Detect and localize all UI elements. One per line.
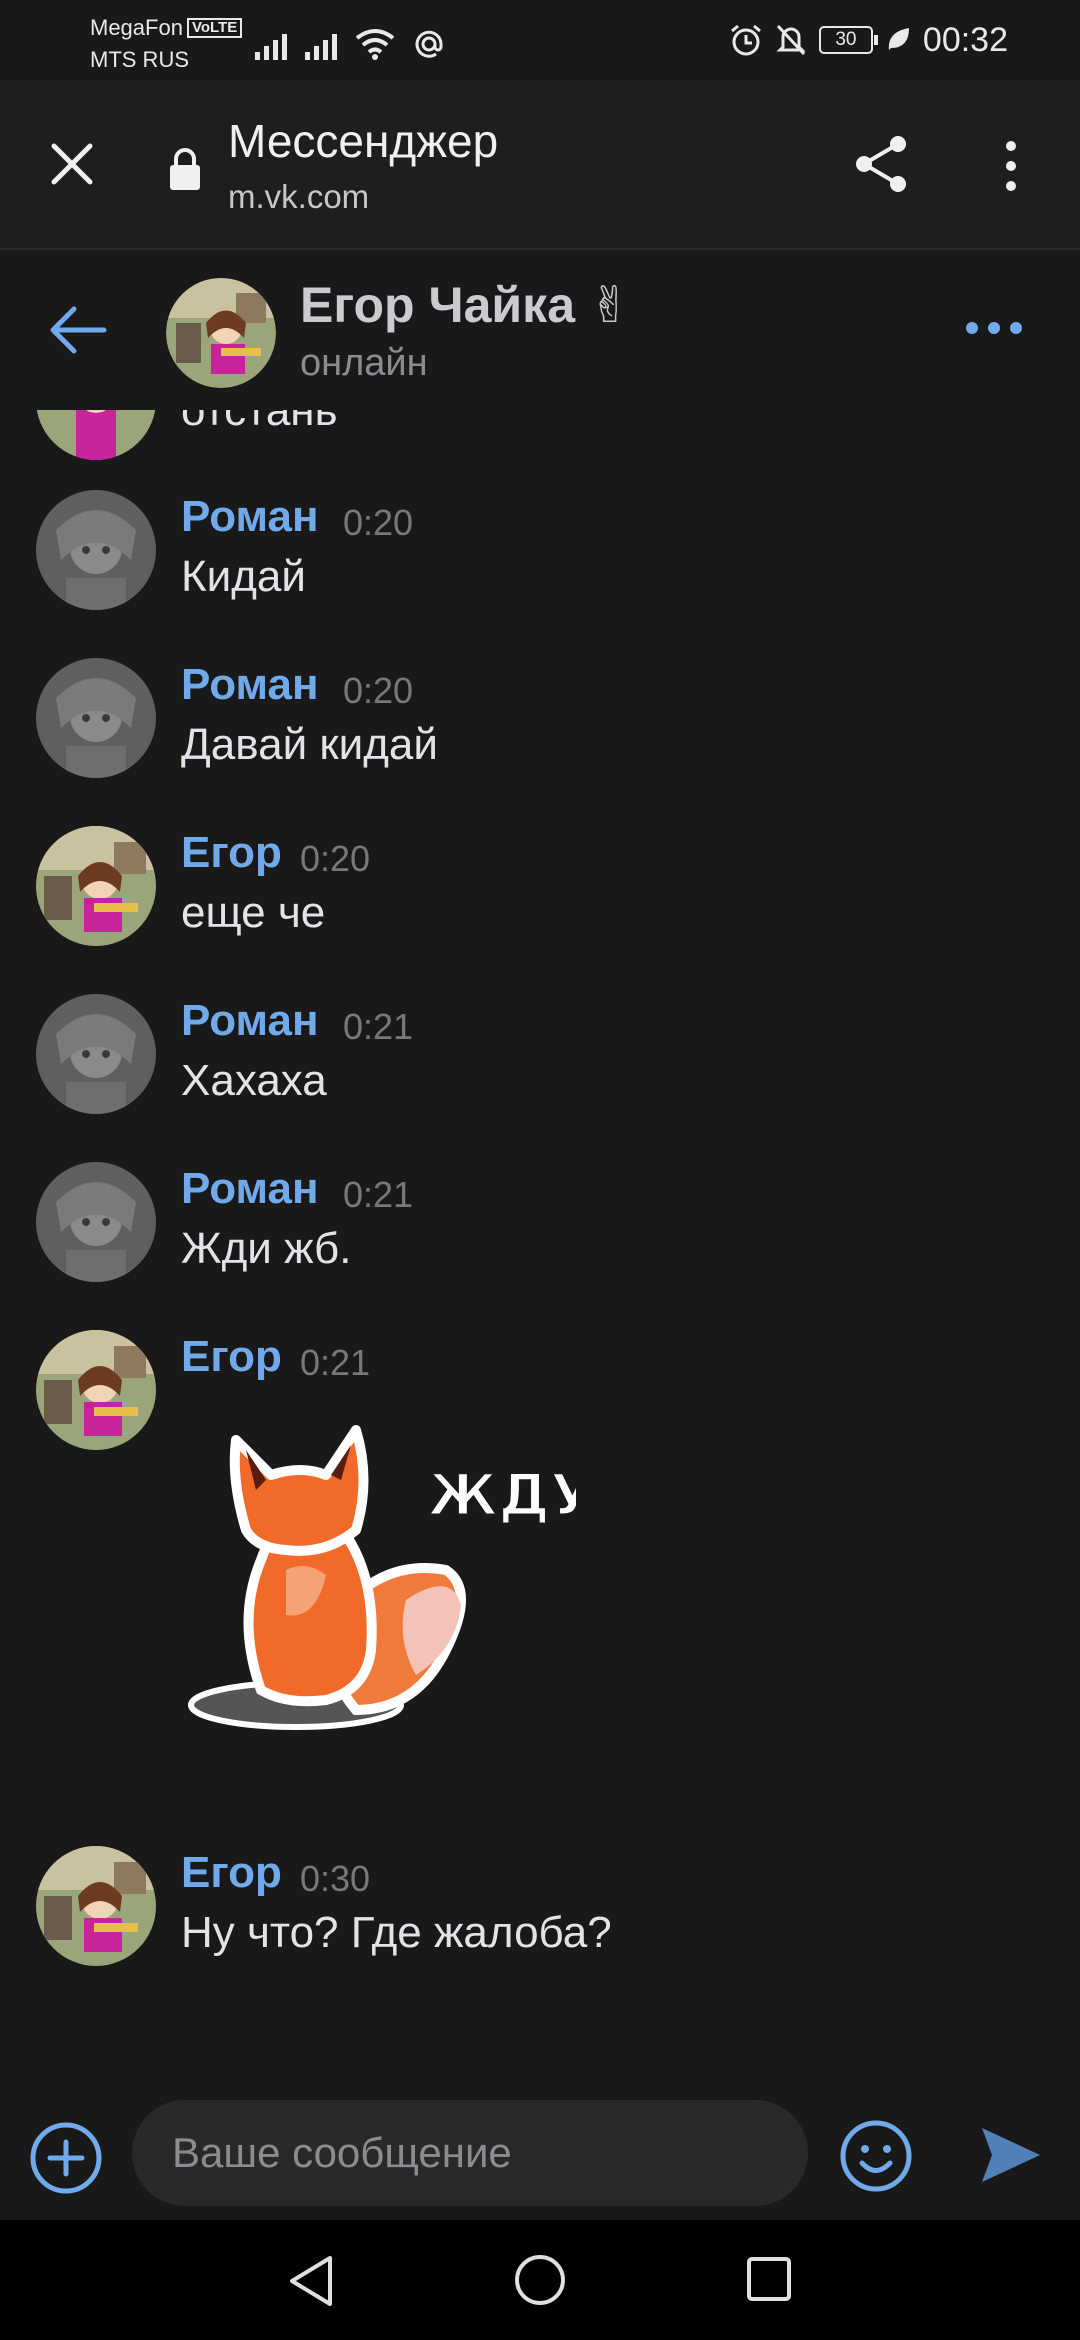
message-text: Давай кидай [181, 720, 438, 769]
back-arrow-icon[interactable] [48, 304, 108, 356]
message-text: Жди жб. [181, 1224, 352, 1273]
fox-sticker[interactable]: ЖДУ [176, 1420, 576, 1760]
message-time: 0:21 [343, 1006, 414, 1047]
more-vert-icon[interactable] [996, 138, 1026, 194]
avatar-roman[interactable] [36, 490, 156, 610]
system-nav-bar [0, 2220, 1080, 2340]
message-text: отстань [181, 410, 338, 435]
leaf-icon [888, 28, 909, 50]
message-composer [0, 2100, 1080, 2220]
avatar-egor[interactable] [36, 1846, 156, 1966]
nav-home-icon[interactable] [514, 2254, 566, 2306]
message-author[interactable]: Роман [181, 1164, 319, 1214]
alarm-icon [730, 24, 761, 56]
carrier-2: MTS RUS [90, 47, 189, 72]
message-time: 0:21 [300, 1342, 371, 1383]
message-text: Хахаха [181, 1056, 327, 1105]
volte-badge: VoLTE [186, 18, 243, 38]
message-input[interactable] [132, 2100, 808, 2206]
lock-icon [170, 148, 200, 190]
page-title: Мессенджер [228, 115, 499, 167]
battery-icon: 30 [818, 26, 878, 54]
mute-bell-icon [776, 24, 806, 56]
message-time: 0:20 [343, 502, 414, 543]
close-icon[interactable] [44, 136, 100, 192]
page-url[interactable]: m.vk.com [228, 178, 369, 216]
share-icon[interactable] [850, 132, 914, 196]
sticker-text: ЖДУ [427, 1461, 576, 1529]
message-author[interactable]: Егор [181, 1332, 282, 1382]
nav-back-icon[interactable] [286, 2254, 336, 2308]
carrier-info: MegaFon VoLTE MTS RUS [90, 12, 243, 76]
status-bar: MegaFon VoLTE MTS RUS 30 00:32 [0, 0, 1080, 80]
chat-status: онлайн [300, 342, 428, 384]
message-author[interactable]: Егор [181, 1848, 282, 1898]
message-text: еще че [181, 888, 326, 937]
nav-recents-icon[interactable] [746, 2256, 792, 2302]
avatar-egor[interactable] [36, 826, 156, 946]
chat-header: Егор Чайка ✌ онлайн [0, 250, 1080, 410]
add-attachment-icon[interactable] [28, 2120, 104, 2196]
message-author[interactable]: Роман [181, 996, 319, 1046]
avatar-roman[interactable] [36, 1162, 156, 1282]
avatar-egor[interactable] [36, 1330, 156, 1450]
clock: 00:32 [922, 20, 1008, 59]
avatar-roman[interactable] [36, 658, 156, 778]
at-icon [415, 30, 443, 58]
browser-toolbar: Мессенджер m.vk.com [0, 80, 1080, 250]
chat-name: Егор Чайка ✌ [300, 277, 631, 333]
carrier-1: MegaFon [90, 15, 183, 40]
message-author[interactable]: Роман [181, 660, 319, 710]
message-text: Ну что? Где жалоба? [181, 1908, 612, 1957]
message-time: 0:30 [300, 1858, 371, 1899]
message-time: 0:20 [343, 670, 414, 711]
signal-icon-2 [305, 28, 337, 60]
message-text: Кидай [181, 552, 306, 601]
message-list[interactable]: отстань Роман 0:20 Кидай Роман 0:20 Дава… [0, 410, 1080, 2100]
message-author[interactable]: Егор [181, 828, 282, 878]
chat-avatar[interactable] [166, 278, 276, 388]
message-author[interactable]: Роман [181, 492, 319, 542]
signal-icon [255, 28, 287, 60]
emoji-icon[interactable] [838, 2118, 914, 2194]
message-time: 0:20 [300, 838, 371, 879]
avatar-roman[interactable] [36, 994, 156, 1114]
message-time: 0:21 [343, 1174, 414, 1215]
more-horiz-icon[interactable] [964, 320, 1024, 336]
avatar-egor[interactable] [36, 410, 156, 460]
send-icon[interactable] [978, 2122, 1044, 2188]
wifi-icon [355, 29, 395, 60]
